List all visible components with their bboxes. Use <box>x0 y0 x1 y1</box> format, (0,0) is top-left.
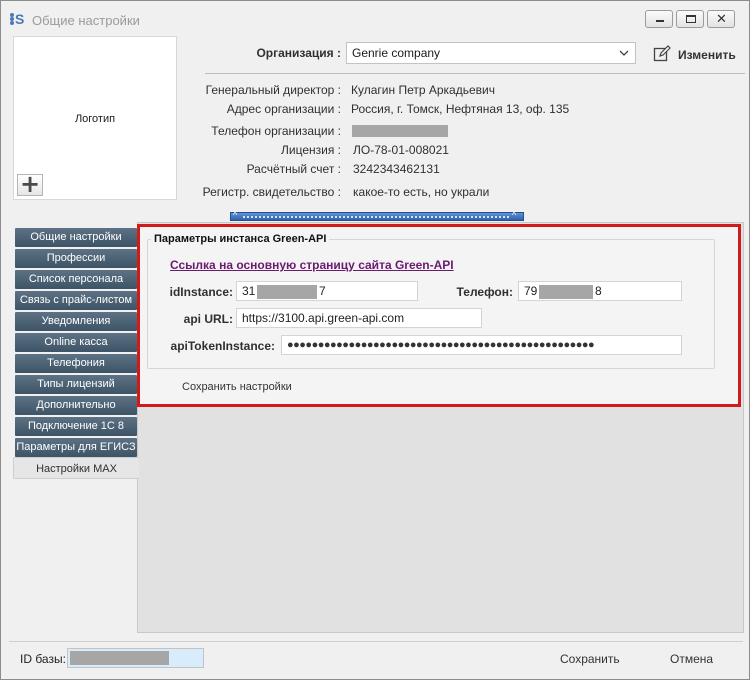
minimize-button[interactable] <box>645 10 673 28</box>
footer-divider <box>9 641 743 642</box>
phone-value-redacted <box>352 125 448 137</box>
db-id-redacted <box>70 651 169 665</box>
id-instance-input[interactable]: 31 7 <box>236 281 418 301</box>
chevron-down-icon <box>618 44 630 65</box>
close-button[interactable]: ✕ <box>707 10 735 28</box>
tab-telephony[interactable]: Телефония <box>15 354 137 373</box>
organization-label: Организация : <box>256 46 341 60</box>
organization-selected: Genrie company <box>352 46 441 60</box>
settings-window: S Общие настройки ✕ Логотип + Организаци… <box>0 0 750 680</box>
tab-egisz[interactable]: Параметры для ЕГИСЗ <box>15 438 137 457</box>
tab-1c[interactable]: Подключение 1С 8 <box>15 417 137 436</box>
tab-staff[interactable]: Список персонала <box>15 270 137 289</box>
cancel-button[interactable]: Отмена <box>670 652 713 666</box>
close-icon: ✕ <box>716 11 727 26</box>
director-label: Генеральный директор : <box>205 83 341 97</box>
api-url-label: api URL: <box>183 312 233 326</box>
api-url-input[interactable]: https://3100.api.green-api.com <box>236 308 482 328</box>
tab-notifications[interactable]: Уведомления <box>15 312 137 331</box>
minimize-icon <box>656 20 664 22</box>
organization-select[interactable]: Genrie company <box>346 42 636 64</box>
edit-label: Изменить <box>678 48 736 62</box>
tab-max-settings[interactable]: Настройки MAX <box>13 457 139 479</box>
maximize-icon <box>686 15 696 23</box>
title-bar: S Общие настройки ✕ <box>1 1 749 35</box>
green-api-phone-input[interactable]: 79 8 <box>518 281 682 301</box>
tab-professions[interactable]: Профессии <box>15 249 137 268</box>
phone-redacted <box>539 285 593 299</box>
id-instance-redacted <box>257 285 317 299</box>
collapse-splitter[interactable]: ^ ^ <box>230 210 524 221</box>
add-logo-button[interactable]: + <box>17 170 43 198</box>
chevron-up-icon: ^ <box>512 210 517 220</box>
green-api-site-link[interactable]: Ссылка на основную страницу сайта Green-… <box>170 258 454 272</box>
phone-label: Телефон организации : <box>211 124 341 138</box>
tab-general[interactable]: Общие настройки <box>15 228 137 247</box>
edit-icon <box>653 45 671 63</box>
phone-input-label: Телефон: <box>456 285 513 299</box>
address-label: Адрес организации : <box>226 102 341 116</box>
maximize-button[interactable] <box>676 10 704 28</box>
account-label: Расчётный счет : <box>246 162 341 176</box>
chevron-up-icon: ^ <box>233 210 238 220</box>
id-instance-label: idInstance: <box>169 285 233 299</box>
tab-pricelist[interactable]: Связь с прайс-листом <box>15 291 137 310</box>
tab-additional[interactable]: Дополнительно <box>15 396 137 415</box>
api-token-label: apiTokenInstance: <box>170 339 275 353</box>
divider <box>205 73 745 74</box>
license-value: ЛО-78-01-008021 <box>353 143 449 157</box>
director-value: Кулагин Петр Аркадьевич <box>351 83 495 97</box>
logo-label: Логотип <box>74 113 116 125</box>
certificate-label: Регистр. свидетельство : <box>202 185 341 199</box>
tab-online-cash[interactable]: Online касса <box>15 333 137 352</box>
db-id-input[interactable] <box>67 648 204 668</box>
green-api-group-title: Параметры инстанса Green-API <box>151 233 330 245</box>
license-label: Лицензия : <box>281 143 341 157</box>
edit-organization-button[interactable]: Изменить <box>653 45 743 63</box>
tab-license-types[interactable]: Типы лицензий <box>15 375 137 394</box>
save-button[interactable]: Сохранить <box>560 652 620 666</box>
logo-area: Логотип + <box>13 36 177 200</box>
account-value: 3242343462131 <box>353 162 440 176</box>
app-logo-icon: S <box>10 12 28 26</box>
db-id-label: ID базы: <box>20 652 66 666</box>
window-title: Общие настройки <box>32 13 140 28</box>
save-settings-button[interactable]: Сохранить настройки <box>182 381 292 393</box>
certificate-value: какое-то есть, но украли <box>353 185 490 199</box>
api-token-input[interactable]: ●●●●●●●●●●●●●●●●●●●●●●●●●●●●●●●●●●●●●●●●… <box>281 335 682 355</box>
address-value: Россия, г. Томск, Нефтяная 13, оф. 135 <box>351 102 570 116</box>
plus-icon: + <box>19 170 41 198</box>
